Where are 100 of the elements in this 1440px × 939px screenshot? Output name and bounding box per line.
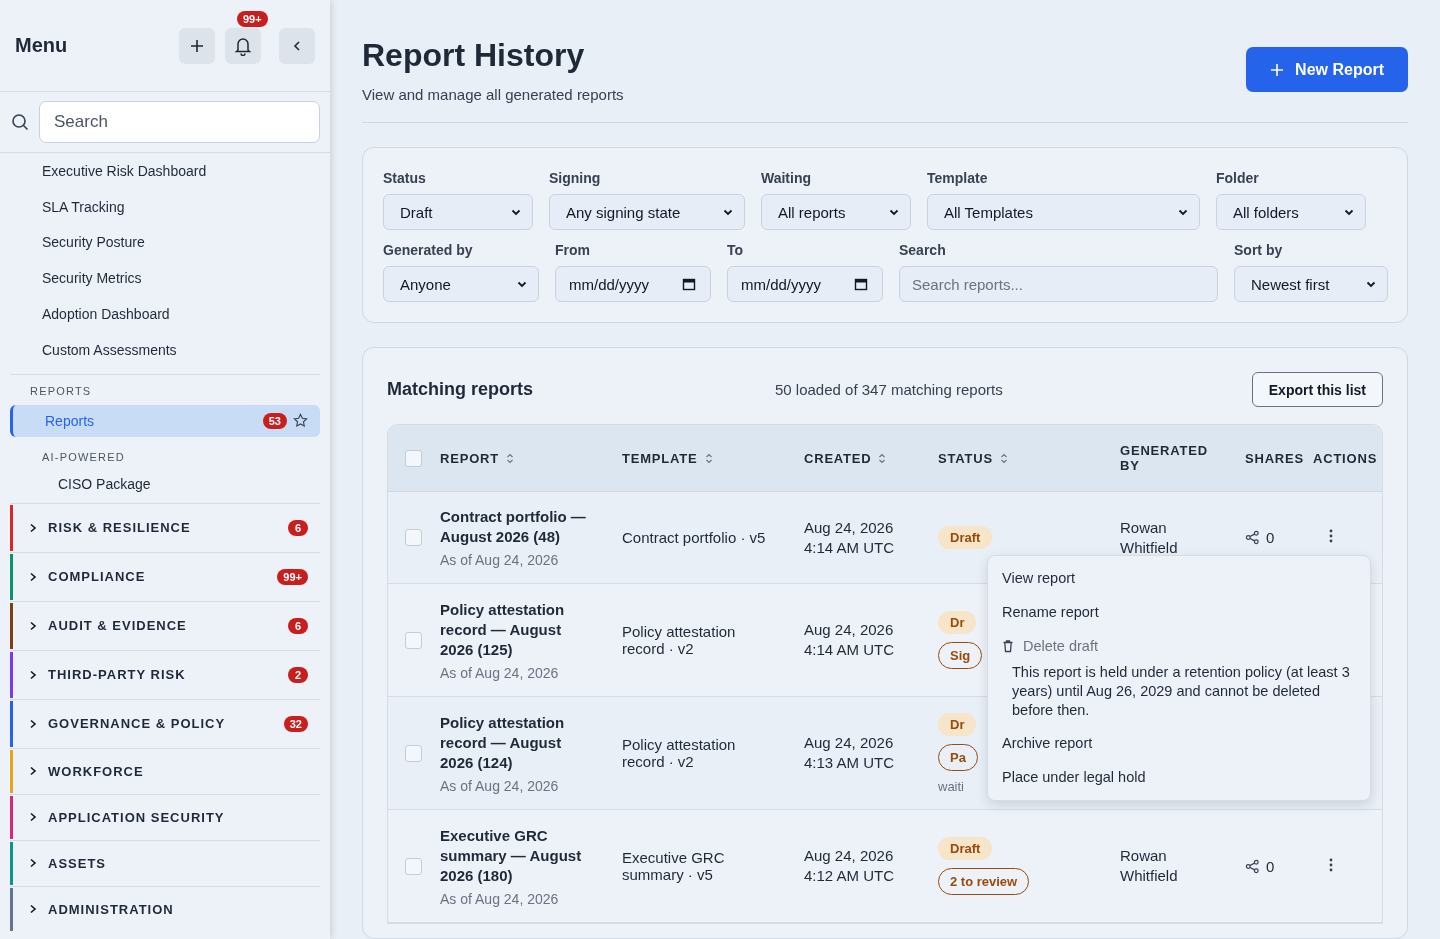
waiting-note: waiti [938, 778, 964, 794]
star-icon[interactable] [293, 413, 308, 429]
sort-icon [506, 452, 514, 464]
search-field[interactable]: Search [39, 101, 320, 143]
sidebar-link[interactable]: Custom Assessments [42, 332, 320, 368]
sidebar-group[interactable]: AUDIT & EVIDENCE 6 [10, 600, 320, 650]
column-header[interactable]: SHARES [1245, 450, 1313, 466]
table-cell-text: Rowan Whitfield [1120, 846, 1179, 886]
dropdown[interactable]: All Templates [927, 194, 1200, 230]
sidebar-group[interactable]: GOVERNANCE & POLICY 32 [10, 698, 320, 748]
new-report-button[interactable]: New Report [1246, 47, 1408, 92]
share-icon [1245, 530, 1260, 545]
sidebar-link[interactable]: Adoption Dashboard [42, 296, 320, 332]
menu-item[interactable]: View report [988, 561, 1370, 595]
column-header[interactable]: ACTIONS [1313, 450, 1382, 466]
sidebar-link[interactable]: SLA Tracking [42, 188, 320, 225]
column-header[interactable]: REPORT [440, 450, 622, 466]
sidebar-group[interactable]: THIRD-PARTY RISK 2 [10, 649, 320, 699]
calendar-icon [682, 277, 696, 291]
checkbox[interactable] [405, 529, 422, 546]
table-cell-text: Rowan Whitfield [1120, 517, 1179, 558]
filter-label: Signing [549, 170, 602, 186]
checkbox[interactable] [405, 449, 422, 467]
more-icon[interactable] [1329, 857, 1333, 872]
column-header[interactable]: STATUS [938, 450, 1120, 466]
group-label: RISK & RESILIENCE [48, 520, 192, 536]
bell-icon [234, 35, 252, 56]
report-date: As of Aug 24, 2026 [440, 664, 560, 681]
sidebar-group[interactable]: APPLICATION SECURITY [10, 793, 320, 840]
item-label: Reports [45, 412, 96, 429]
section-title: Matching reports [387, 379, 534, 400]
notifications-button[interactable] [225, 27, 261, 64]
status-badge: Dr [938, 712, 977, 736]
more-icon[interactable] [1329, 529, 1333, 543]
result-count: 50 loaded of 347 matching reports [775, 381, 1004, 398]
sidebar-item[interactable]: Reports 53 [10, 404, 320, 437]
group-label: APPLICATION SECURITY [48, 809, 226, 825]
created-date: Aug 24, 2026 [804, 846, 895, 866]
checkbox[interactable] [405, 857, 422, 875]
dropdown[interactable]: All reports [761, 194, 911, 230]
column-header[interactable]: CREATED [804, 450, 938, 466]
menu-item[interactable]: Rename report [988, 595, 1370, 629]
report-title[interactable]: Policy attestation record — August 2026 (124) [440, 712, 586, 773]
count-badge: 2 [288, 666, 308, 683]
table-cell-text: Contract portfolio · v5 [622, 529, 767, 546]
created-date: Aug 24, 2026 [804, 620, 895, 640]
notification-count: 99+ [237, 10, 268, 27]
collapse-button[interactable] [279, 27, 315, 64]
created-time: 4:12 AM UTC [804, 866, 896, 886]
page-title: Report History [362, 37, 586, 74]
checkbox[interactable] [405, 631, 422, 649]
page-subtitle: View and manage all generated reports [362, 86, 624, 103]
dropdown[interactable]: Any signing state [549, 194, 745, 230]
report-date: As of Aug 24, 2026 [440, 777, 560, 794]
checkbox[interactable] [405, 744, 422, 762]
created-time: 4:13 AM UTC [804, 753, 896, 773]
group-label: AUDIT & EVIDENCE [48, 618, 188, 634]
search-field[interactable]: Search reports... [899, 266, 1218, 302]
sidebar-link[interactable]: Executive Risk Dashboard [42, 153, 320, 189]
dropdown[interactable]: Anyone [383, 266, 539, 302]
sidebar-group[interactable]: RISK & RESILIENCE 6 [10, 502, 320, 552]
menu-item[interactable]: Place under legal hold [988, 760, 1370, 794]
export-button[interactable]: Export this list [1251, 372, 1383, 407]
report-title[interactable]: Executive GRC summary — August 2026 (180) [440, 825, 586, 886]
created-date: Aug 24, 2026 [804, 517, 895, 538]
report-title[interactable]: Contract portfolio — August 2026 (48) [440, 507, 586, 547]
sidebar-link[interactable]: CISO Package [10, 470, 320, 497]
filter-label: Sort by [1234, 242, 1284, 258]
count-badge: 6 [288, 519, 308, 536]
dropdown[interactable]: Newest first [1234, 266, 1388, 302]
filter-label: Template [927, 170, 989, 186]
date-field[interactable]: mm/dd/yyyy [727, 266, 883, 302]
sidebar-link[interactable]: Security Posture [42, 224, 320, 261]
sidebar-group[interactable]: WORKFORCE [10, 747, 320, 794]
group-label: WORKFORCE [48, 763, 145, 779]
dropdown[interactable]: Draft [383, 194, 533, 230]
share-count: 0 [1266, 529, 1275, 546]
group-label: THIRD-PARTY RISK [48, 667, 187, 683]
sort-icon [999, 452, 1008, 464]
filter-label: From [555, 242, 591, 258]
filter-label: To [727, 242, 745, 258]
column-header[interactable]: TEMPLATE [622, 450, 804, 466]
status-badge: Dr [938, 611, 977, 634]
sidebar-group[interactable]: ASSETS [10, 839, 320, 886]
filter-label: Status [383, 170, 427, 186]
sidebar-link[interactable]: Security Metrics [42, 260, 320, 297]
menu-title: Menu [15, 34, 68, 57]
report-title[interactable]: Policy attestation record — August 2026 (125) [440, 599, 586, 660]
share-count: 0 [1266, 857, 1275, 875]
group-label: ADMINISTRATION [48, 901, 175, 917]
created-time: 4:14 AM UTC [804, 640, 896, 660]
report-date: As of Aug 24, 2026 [440, 890, 560, 907]
date-field[interactable]: mm/dd/yyyy [555, 266, 711, 302]
add-button[interactable] [179, 27, 215, 64]
menu-item[interactable]: Archive report [988, 726, 1370, 760]
sidebar-group[interactable]: COMPLIANCE 99+ [10, 551, 320, 601]
group-label: GOVERNANCE & POLICY [48, 716, 227, 732]
column-header[interactable]: GENERATED BY [1120, 443, 1218, 473]
sidebar-group[interactable]: ADMINISTRATION [10, 885, 320, 932]
dropdown[interactable]: All folders [1216, 194, 1366, 230]
